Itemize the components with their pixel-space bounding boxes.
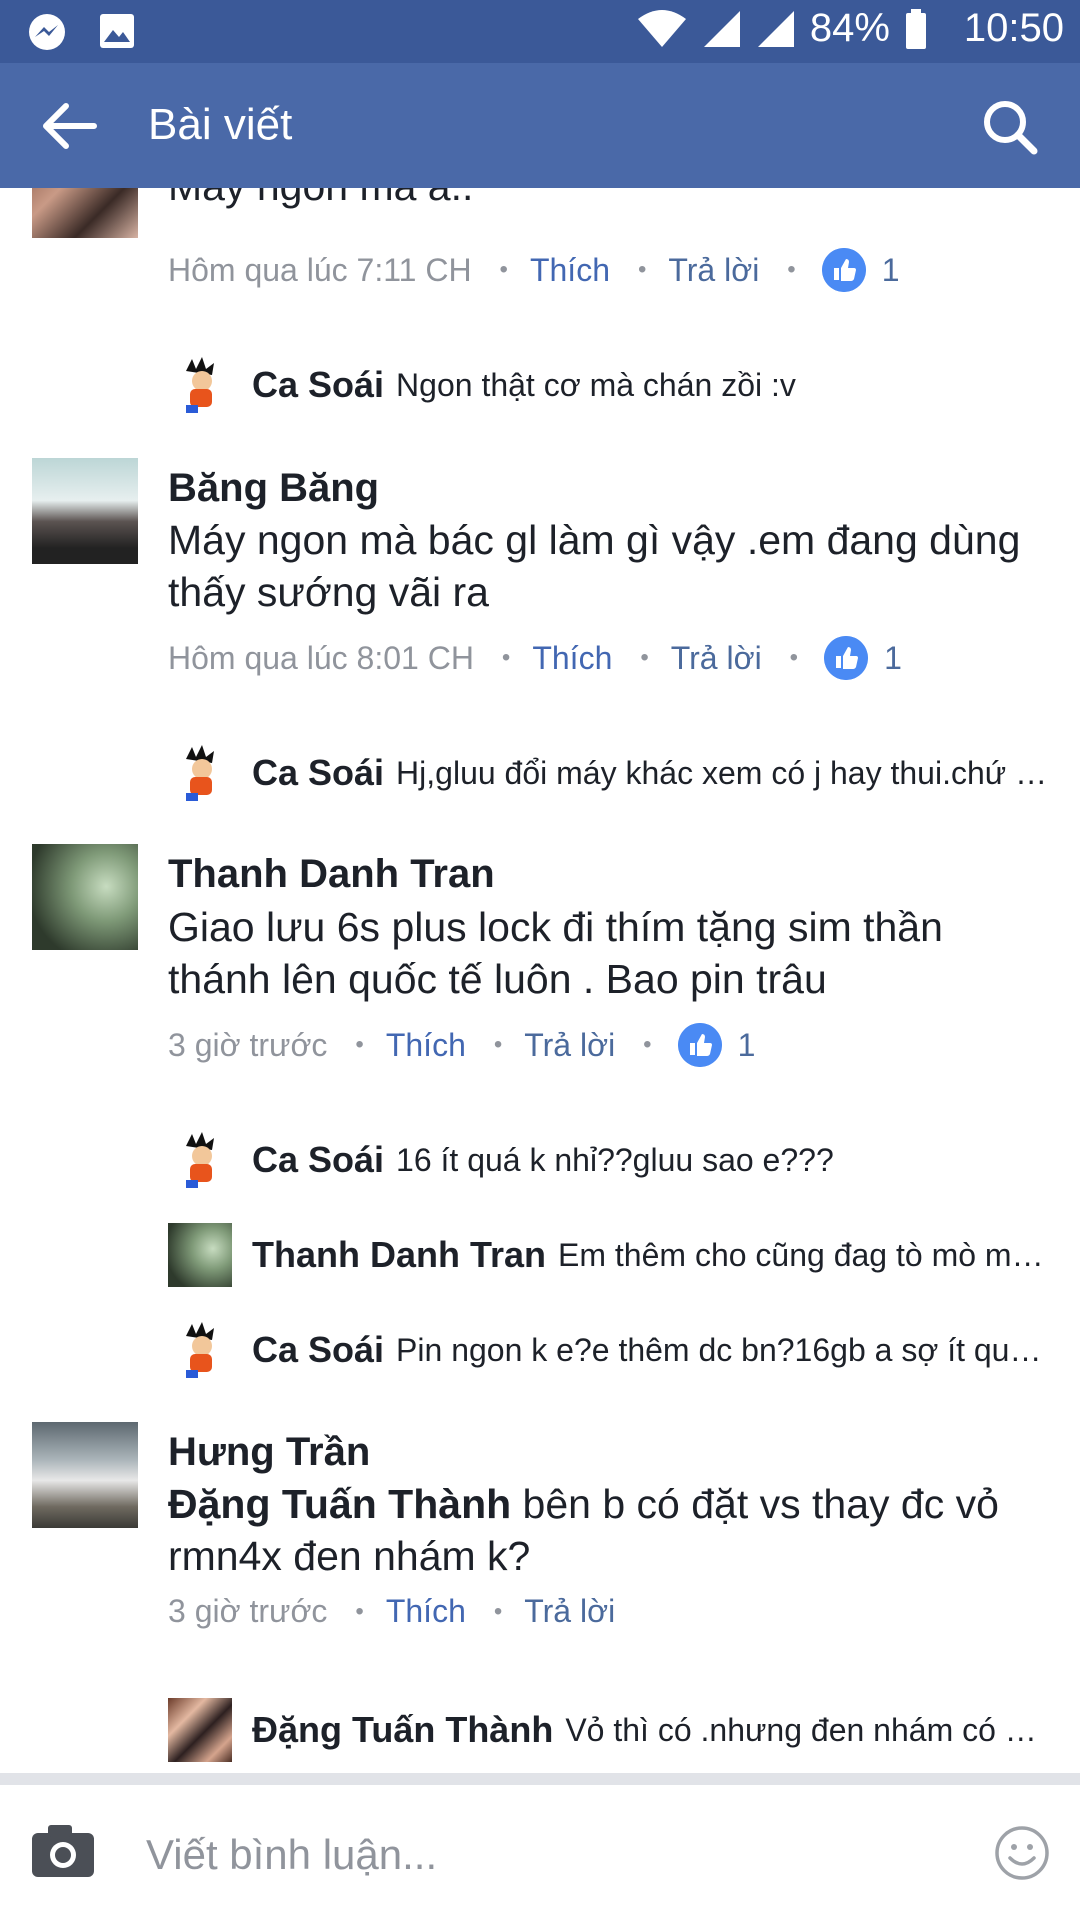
signal-icon	[703, 10, 740, 47]
comment-meta: 3 giờ trước • Thích • Trả lời	[168, 1593, 615, 1630]
reply-item[interactable]: Ca Soái Ngon thật cơ mà chán zồi :v	[168, 350, 1048, 420]
like-button[interactable]: Thích	[386, 1027, 466, 1064]
like-button[interactable]: Thích	[532, 640, 612, 677]
reply-button[interactable]: Trả lời	[524, 1027, 615, 1064]
emoji-icon[interactable]	[994, 1825, 1050, 1881]
separator-dot: •	[355, 1031, 364, 1058]
mention[interactable]: Đặng Tuấn Thành	[168, 1481, 511, 1527]
comment-text: Đặng Tuấn Thành bên b có đặt vs thay đc …	[168, 1478, 1048, 1582]
separator-dot: •	[499, 256, 508, 283]
reply-item[interactable]: Thanh Danh Tran Em thêm cho cũng đag tò …	[168, 1220, 1048, 1290]
reply-text: Vỏ thì có .nhưng đen nhám có k t...	[565, 1711, 1048, 1748]
search-icon[interactable]	[980, 97, 1040, 157]
messenger-icon	[29, 14, 65, 50]
comment-meta: Hôm qua lúc 8:01 CH • Thích • Trả lời • …	[168, 636, 902, 680]
avatar[interactable]	[32, 188, 138, 238]
reply-item[interactable]: Đặng Tuấn Thành Vỏ thì có .nhưng đen nhá…	[168, 1695, 1048, 1765]
app-bar: Bài viết	[0, 63, 1080, 188]
avatar	[168, 1223, 232, 1287]
reply-text: Pin ngon k e?e thêm dc bn?16gb a sợ ít q…	[396, 1331, 1048, 1368]
reply-item[interactable]: Ca Soái 16 ít quá k nhỉ??gluu sao e???	[168, 1125, 1048, 1195]
page-title: Bài viết	[148, 100, 293, 149]
separator-dot: •	[787, 256, 796, 283]
battery-icon	[905, 8, 926, 49]
comment-list: Máy ngon mà a.. Hôm qua lúc 7:11 CH • Th…	[0, 188, 1080, 1773]
comment-composer	[0, 1773, 1080, 1920]
separator-dot: •	[643, 1031, 652, 1058]
comment-author[interactable]: Thanh Danh Tran	[168, 852, 495, 897]
comment-meta: Hôm qua lúc 7:11 CH • Thích • Trả lời • …	[168, 248, 900, 292]
comment-input[interactable]	[146, 1815, 946, 1895]
reply-text: Em thêm cho cũng đag tò mò mú...	[558, 1236, 1048, 1273]
like-count: 1	[881, 251, 900, 288]
avatar	[168, 1698, 232, 1762]
avatar	[168, 353, 232, 417]
comment-author[interactable]: Hưng Trần	[168, 1430, 370, 1475]
like-count: 1	[737, 1026, 756, 1063]
reply-button[interactable]: Trả lời	[671, 640, 762, 677]
comment-meta: 3 giờ trước • Thích • Trả lời • 1	[168, 1023, 755, 1067]
reply-item[interactable]: Ca Soái Pin ngon k e?e thêm dc bn?16gb a…	[168, 1315, 1048, 1385]
like-button[interactable]: Thích	[530, 252, 610, 289]
reply-item[interactable]: Ca Soái Hj,gluu đổi máy khác xem có j ha…	[168, 738, 1048, 808]
comment-text: Máy ngon mà bác gl làm gì vậy .em đang d…	[168, 517, 1021, 615]
reply-author[interactable]: Ca Soái	[252, 752, 384, 794]
wifi-icon	[637, 9, 686, 47]
like-button[interactable]: Thích	[386, 1593, 466, 1630]
separator-dot: •	[493, 1031, 503, 1058]
separator-dot: •	[355, 1597, 364, 1625]
thumbs-up-icon	[824, 636, 869, 680]
separator-dot: •	[493, 1597, 503, 1625]
comment-time: 3 giờ trước	[168, 1593, 328, 1629]
reply-author[interactable]: Ca Soái	[252, 364, 384, 406]
like-count: 1	[884, 639, 902, 676]
reply-text: Hj,gluu đổi máy khác xem có j hay thui.c…	[396, 754, 1048, 791]
camera-icon[interactable]	[30, 1823, 96, 1879]
avatar[interactable]	[32, 844, 138, 950]
reply-text: 16 ít quá k nhỉ??gluu sao e???	[396, 1141, 834, 1178]
reply-author[interactable]: Thanh Danh Tran	[252, 1234, 546, 1276]
back-arrow-icon[interactable]	[40, 101, 100, 151]
reply-author[interactable]: Ca Soái	[252, 1139, 384, 1181]
comment-time: Hôm qua lúc 7:11 CH	[168, 251, 472, 288]
separator-dot: •	[789, 644, 799, 671]
avatar	[168, 741, 232, 805]
signal-icon-2	[757, 10, 794, 47]
clock: 10:50	[963, 6, 1064, 50]
comment-time: Hôm qua lúc 8:01 CH	[168, 639, 474, 676]
thumbs-up-icon	[677, 1023, 722, 1067]
avatar	[168, 1128, 232, 1192]
reply-button[interactable]: Trả lời	[668, 252, 759, 289]
separator-dot: •	[501, 644, 511, 671]
comment-author[interactable]: Băng Băng	[168, 466, 379, 511]
battery-percent: 84%	[809, 6, 890, 50]
reply-button[interactable]: Trả lời	[524, 1593, 615, 1630]
comment-text: Máy ngon mà a..	[168, 188, 1048, 212]
reply-text: Ngon thật cơ mà chán zồi :v	[396, 366, 796, 403]
gallery-icon	[100, 14, 134, 48]
thumbs-up-icon	[821, 248, 866, 292]
comment-text: Giao lưu 6s plus lock đi thím tặng sim t…	[168, 904, 943, 1002]
avatar	[168, 1318, 232, 1382]
separator-dot: •	[640, 644, 649, 671]
reply-author[interactable]: Đặng Tuấn Thành	[252, 1709, 553, 1751]
avatar[interactable]	[32, 458, 138, 564]
reply-author[interactable]: Ca Soái	[252, 1329, 384, 1371]
comment-time: 3 giờ trước	[168, 1026, 328, 1063]
separator-dot: •	[637, 256, 647, 283]
status-bar: 84% 10:50	[0, 0, 1080, 63]
avatar[interactable]	[32, 1422, 138, 1528]
